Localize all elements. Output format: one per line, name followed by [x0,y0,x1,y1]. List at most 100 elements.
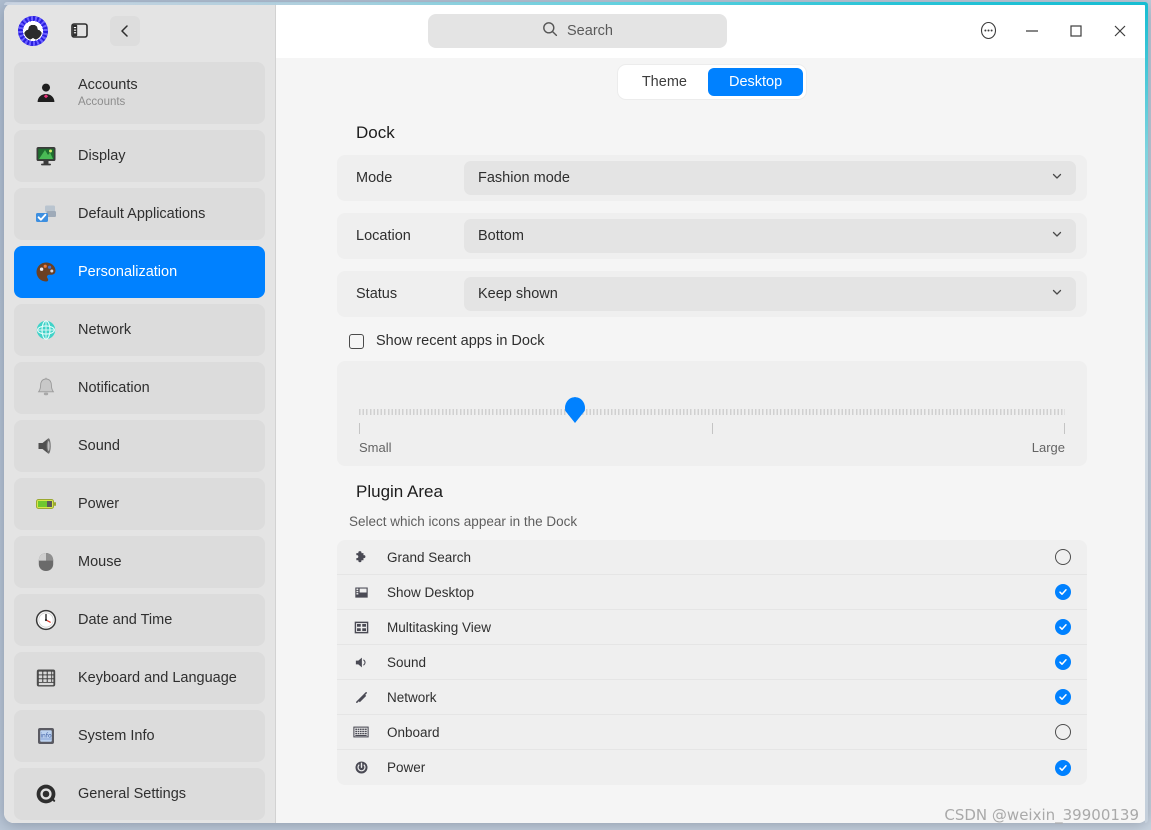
settings-content: Dock Mode Fashion mode Location Bottom S… [276,106,1148,823]
show-recent-apps-row[interactable]: Show recent apps in Dock [349,333,1087,349]
sidebar-item-label: Power [78,495,120,512]
plugin-toggle[interactable] [1055,724,1071,740]
sidebar-item-network[interactable]: Network [14,304,265,356]
sidebar-item-notification[interactable]: Notification [14,362,265,414]
date-and-time-icon [32,606,60,634]
system-info-icon: info [32,722,60,750]
plugin-toggle[interactable] [1055,549,1071,565]
plugin-row-multitasking-view[interactable]: Multitasking View [337,610,1087,645]
search-placeholder: Search [567,23,613,39]
dock-mode-value: Fashion mode [478,170,570,186]
network-icon [32,316,60,344]
dock-status-label: Status [356,286,398,302]
dock-size-slider-track[interactable] [359,409,1065,415]
search-icon [542,21,558,42]
sidebar-item-personalization[interactable]: Personalization [14,246,265,298]
slider-min-label: Small [359,440,392,455]
plugin-label: Onboard [387,724,440,740]
tab-bar: Theme Desktop [276,50,1148,106]
chevron-down-icon [1050,169,1064,187]
plugin-label: Show Desktop [387,584,475,600]
dock-mode-select[interactable]: Fashion mode [464,161,1076,195]
dock-mode-label: Mode [356,170,393,186]
sidebar-header [4,3,275,58]
accounts-icon [32,79,60,107]
onscreen-keyboard-icon [351,725,371,739]
notification-icon [32,374,60,402]
sidebar-item-label: Date and Time [78,611,173,628]
tab-desktop[interactable]: Desktop [707,67,804,97]
dock-status-value: Keep shown [478,286,558,302]
dock-location-select[interactable]: Bottom [464,219,1076,253]
plugin-list: Grand Search Show Desktop Multitasking V… [337,540,1087,785]
sidebar-item-label: Mouse [78,553,122,570]
close-button[interactable] [1098,11,1142,51]
plugin-label: Network [387,689,437,705]
plugin-toggle[interactable] [1055,689,1071,705]
keyboard-icon [32,664,60,692]
plugin-label: Multitasking View [387,619,492,635]
sidebar-item-label: Personalization [78,263,178,280]
tab-group: Theme Desktop [617,64,807,100]
sidebar-item-label: System Info [78,727,155,744]
sidebar-item-mouse[interactable]: Mouse [14,536,265,588]
dock-status-row: Status Keep shown [337,271,1087,317]
slider-max-label: Large [1031,440,1065,455]
sound-icon [32,432,60,460]
sidebar-item-label: Default Applications [78,205,206,222]
slider-tick-min [359,423,360,434]
show-recent-apps-label: Show recent apps in Dock [376,333,545,349]
default-applications-icon [32,200,60,228]
sidebar-item-accounts[interactable]: Accounts Accounts [14,62,265,124]
sidebar-item-date-and-time[interactable]: Date and Time [14,594,265,646]
sidebar-item-general-settings[interactable]: General Settings [14,768,265,820]
power-icon [32,490,60,518]
dock-status-select[interactable]: Keep shown [464,277,1076,311]
more-options-button[interactable] [966,11,1010,51]
control-center-window: Accounts Accounts Display Default Applic… [4,3,1148,823]
plugin-row-onboard[interactable]: Onboard [337,715,1087,750]
sidebar-item-keyboard-and-language[interactable]: Keyboard and Language [14,652,265,704]
app-logo-icon [18,15,48,46]
speaker-icon [351,655,371,670]
multitasking-icon [351,620,371,635]
dock-size-slider-handle[interactable] [565,397,585,423]
sidebar-item-system-info[interactable]: info System Info [14,710,265,762]
dock-location-row: Location Bottom [337,213,1087,259]
puzzle-piece-icon [351,550,371,565]
dock-section-title: Dock [356,123,395,142]
plugin-toggle[interactable] [1055,584,1071,600]
sidebar-item-sound[interactable]: Sound [14,420,265,472]
plugin-label: Power [387,760,426,775]
sidebar-item-sublabel: Accounts [78,96,126,109]
plugin-toggle[interactable] [1055,759,1071,776]
plugin-row-sound[interactable]: Sound [337,645,1087,680]
back-button[interactable] [110,15,140,46]
sidebar: Accounts Accounts Display Default Applic… [4,3,276,823]
chevron-down-icon [1050,227,1064,245]
show-recent-apps-checkbox[interactable] [349,333,364,349]
dock-mode-row: Mode Fashion mode [337,155,1087,201]
sidebar-item-default-applications[interactable]: Default Applications [14,188,265,240]
maximize-button[interactable] [1054,11,1098,51]
sidebar-item-label: General Settings [78,785,187,802]
main-panel: Search Theme Desktop Dock Mode Fashion m… [276,3,1148,823]
plugin-toggle[interactable] [1055,654,1071,670]
tab-theme[interactable]: Theme [621,68,708,97]
sidebar-item-label: Accounts [78,76,138,93]
sidebar-item-display[interactable]: Display [14,130,265,182]
chevron-down-icon [1050,285,1064,303]
sidebar-item-power[interactable]: Power [14,478,265,530]
search-input[interactable]: Search [428,14,727,48]
plugin-row-network[interactable]: Network [337,680,1087,715]
slider-tick-max [1064,423,1065,434]
slider-tick-mid [712,423,713,434]
plugin-row-power[interactable]: Power [337,750,1087,785]
sidebar-nav-list: Accounts Accounts Display Default Applic… [4,58,275,823]
minimize-button[interactable] [1010,11,1054,51]
plugin-row-grand-search[interactable]: Grand Search [337,540,1087,575]
plugin-row-show-desktop[interactable]: Show Desktop [337,575,1087,610]
sidebar-toggle-button[interactable] [64,16,94,46]
plugin-toggle[interactable] [1055,619,1071,635]
dock-size-slider-card: Small Large [337,361,1087,466]
